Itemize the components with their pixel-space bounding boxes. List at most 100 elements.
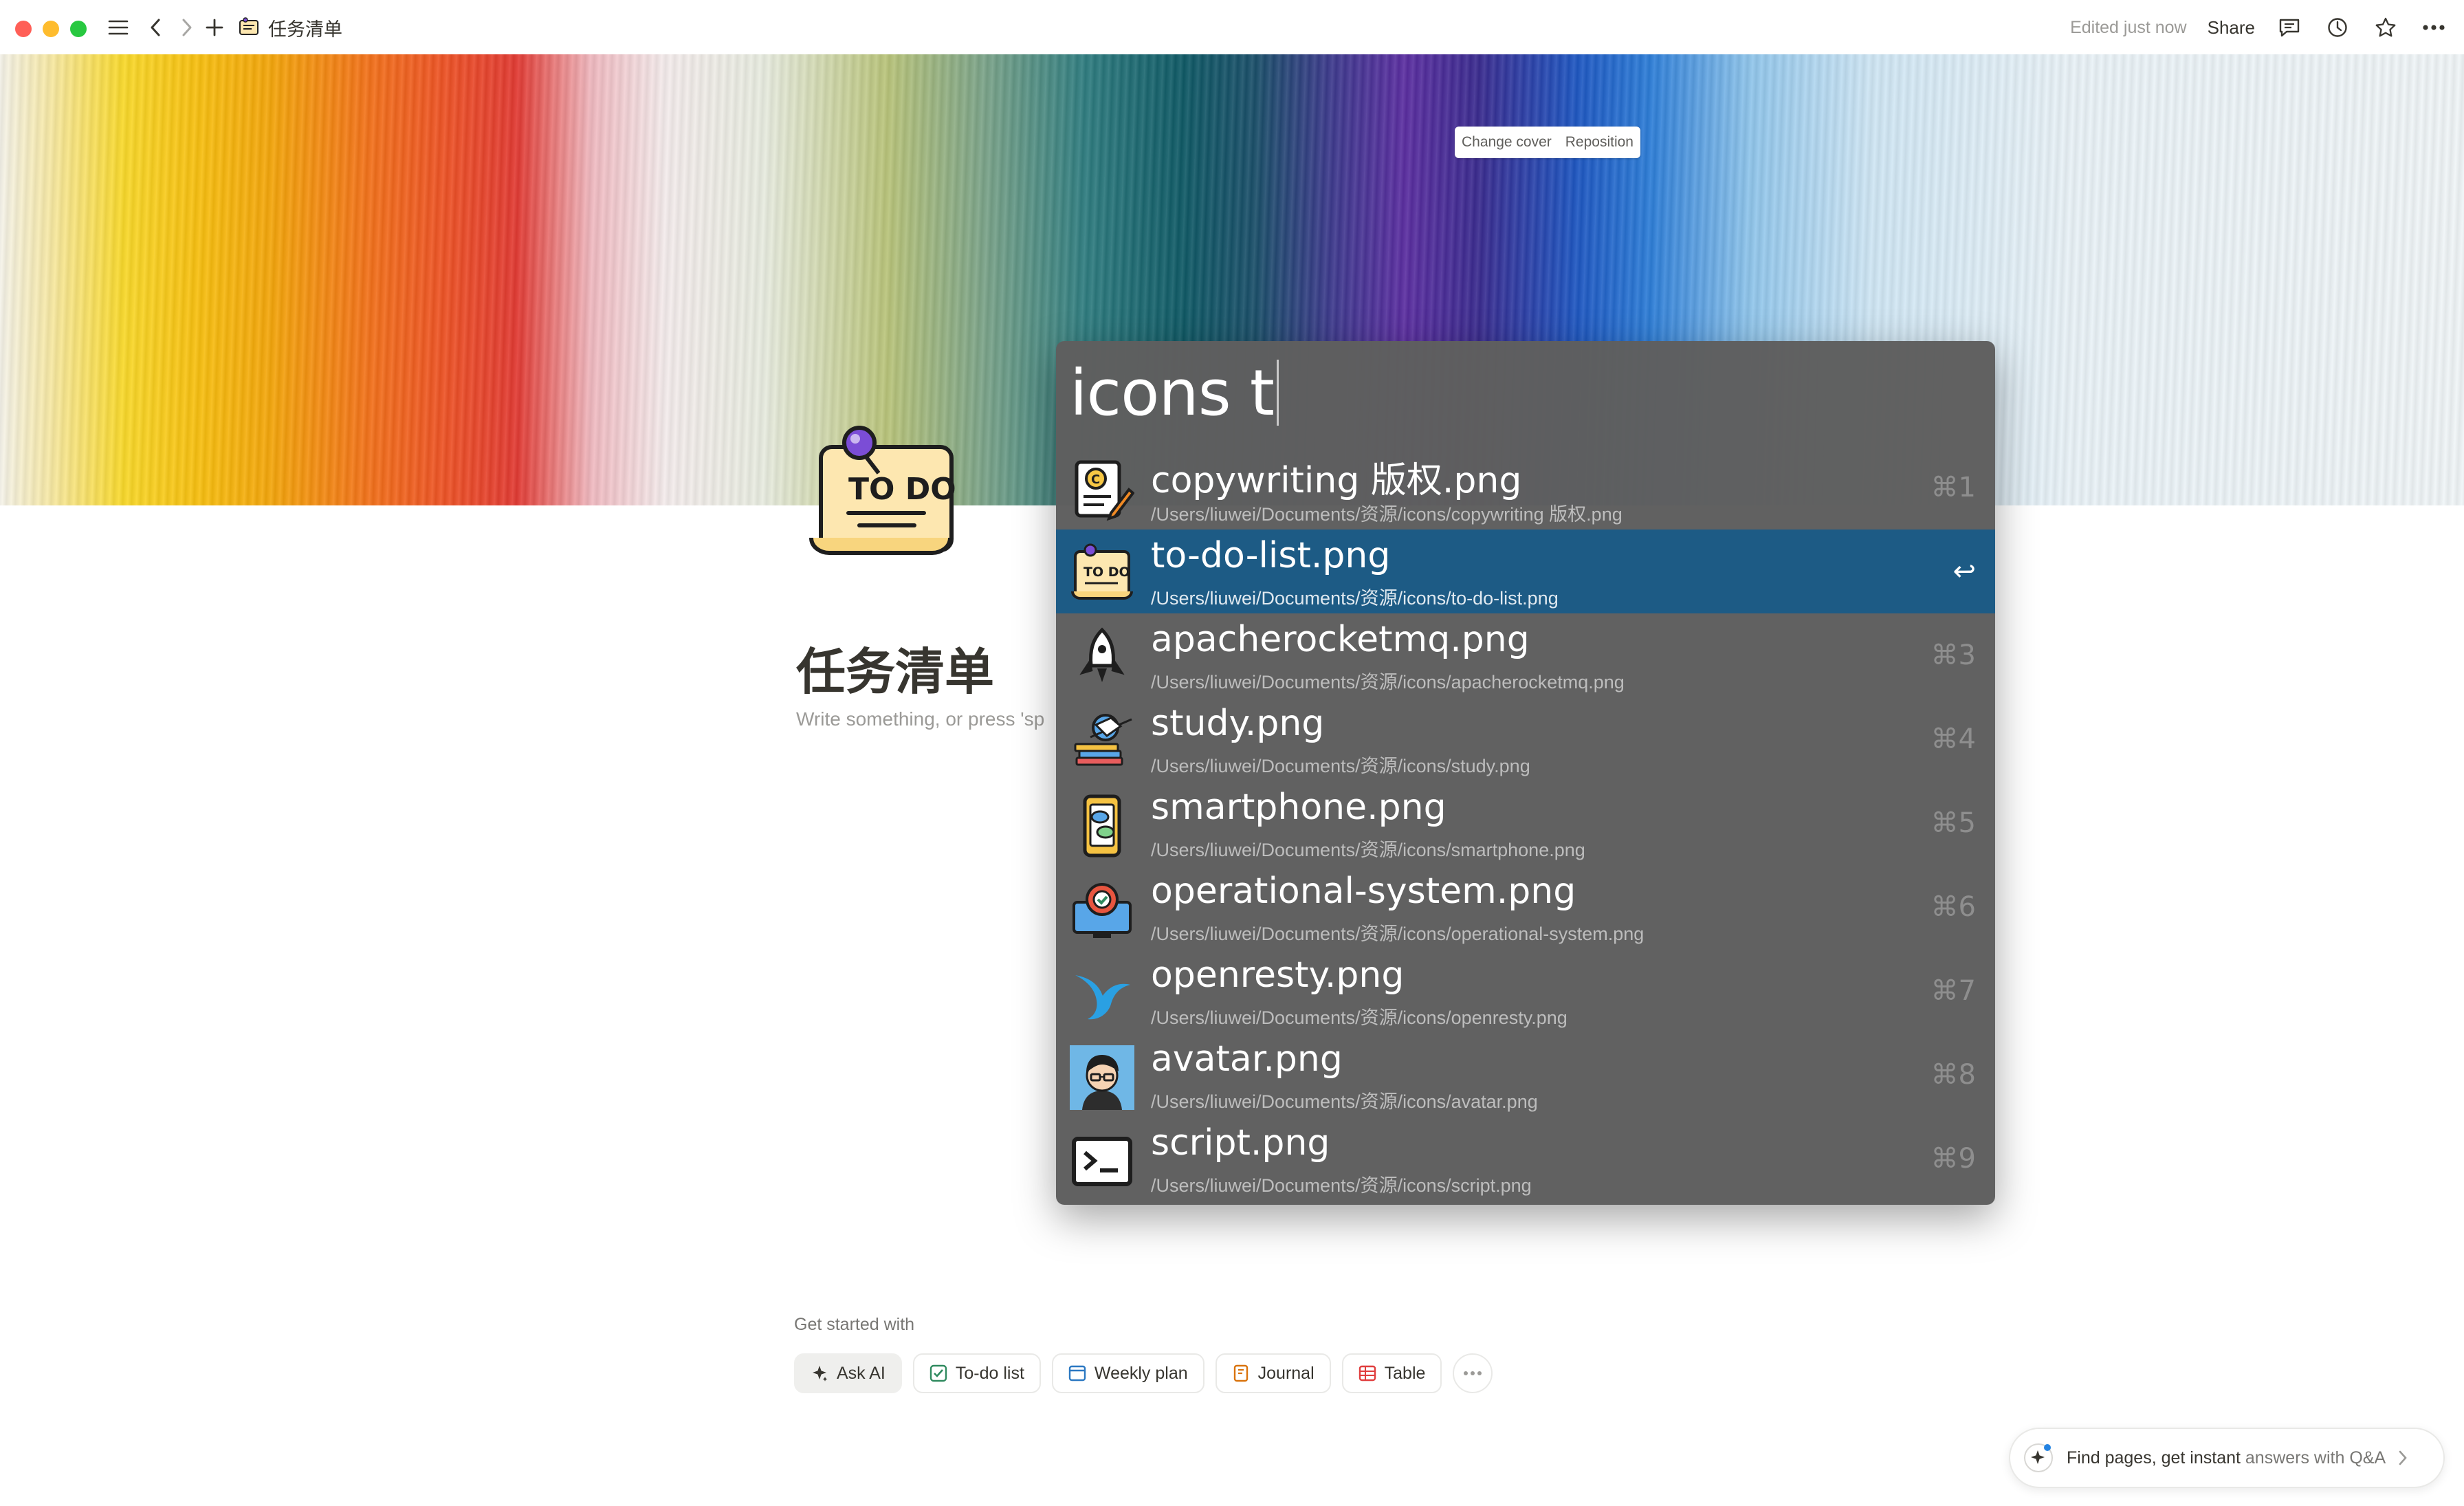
- launcher-result-item[interactable]: smartphone.png/Users/liuwei/Documents/资源…: [1056, 781, 1995, 865]
- chevron-right-icon: [182, 19, 192, 36]
- edited-status: Edited just now: [2070, 17, 2187, 37]
- result-shortcut: ⌘6: [1930, 891, 1976, 923]
- text-caret: [1277, 360, 1279, 426]
- ai-sparkle-icon: [2024, 1443, 2053, 1472]
- todo-list-template-button[interactable]: To-do list: [912, 1353, 1041, 1393]
- starter-templates: Ask AI To-do list Weekly plan Journal Ta…: [794, 1353, 1493, 1393]
- sidebar-toggle-button[interactable]: [103, 12, 133, 43]
- more-horizontal-icon: [2423, 25, 2445, 30]
- journal-label: Journal: [1257, 1363, 1314, 1383]
- launcher-results-list: Ccopywriting 版权.png/Users/liuwei/Documen…: [1056, 446, 1995, 1201]
- result-file-path: /Users/liuwei/Documents/资源/icons/smartph…: [1151, 840, 1585, 860]
- weekly-plan-label: Weekly plan: [1094, 1363, 1188, 1383]
- more-templates-button[interactable]: [1453, 1353, 1493, 1393]
- launcher-result-item[interactable]: Ccopywriting 版权.png/Users/liuwei/Documen…: [1056, 446, 1995, 530]
- back-button[interactable]: [142, 12, 169, 43]
- share-button[interactable]: Share: [2208, 17, 2255, 39]
- launcher-result-item[interactable]: operational-system.png/Users/liuwei/Docu…: [1056, 865, 1995, 949]
- launcher-query-text: icons t: [1070, 356, 1275, 430]
- copywriting-icon: C: [1070, 458, 1134, 523]
- result-file-name: openresty.png: [1151, 954, 1405, 996]
- result-file-path: /Users/liuwei/Documents/资源/icons/script.…: [1151, 1175, 1532, 1196]
- svg-text:C: C: [1091, 472, 1100, 487]
- result-file-path: /Users/liuwei/Documents/资源/icons/operati…: [1151, 924, 1644, 944]
- toolbar-right: Edited just now Share: [2070, 10, 2448, 45]
- weekly-plan-template-button[interactable]: Weekly plan: [1051, 1353, 1204, 1393]
- svg-text:TO DO: TO DO: [848, 472, 956, 507]
- chevron-left-icon: [151, 19, 160, 36]
- sparkle-icon: [811, 1364, 828, 1382]
- launcher-result-item[interactable]: TO DO to-do-list.png/Users/liuwei/Documen…: [1056, 530, 1995, 613]
- journal-icon: [1232, 1364, 1250, 1382]
- launcher-result-item[interactable]: avatar.png/Users/liuwei/Documents/资源/ico…: [1056, 1033, 1995, 1117]
- result-file-name: operational-system.png: [1151, 871, 1576, 912]
- result-shortcut: ⌘3: [1930, 640, 1976, 671]
- launcher-result-item[interactable]: openresty.png/Users/liuwei/Documents/资源/…: [1056, 949, 1995, 1033]
- page-icon[interactable]: TO DO: [806, 422, 964, 567]
- more-options-button[interactable]: [2420, 14, 2448, 41]
- result-shortcut: ⌘5: [1930, 807, 1976, 839]
- minimize-window-button[interactable]: [43, 21, 59, 37]
- launcher-search-input[interactable]: icons t: [1070, 355, 1279, 430]
- table-icon: [1358, 1364, 1376, 1382]
- table-template-button[interactable]: Table: [1341, 1353, 1442, 1393]
- breadcrumb[interactable]: 任务清单: [238, 12, 342, 43]
- page-body-placeholder[interactable]: Write something, or press 'sp: [796, 708, 1044, 730]
- reposition-button[interactable]: Reposition: [1565, 134, 1634, 151]
- result-shortcut: ⌘4: [1930, 723, 1976, 755]
- title-bar: 任务清单 Edited just now Share: [0, 0, 2464, 54]
- checkbox-icon: [930, 1364, 947, 1382]
- svg-text:TO DO: TO DO: [1084, 565, 1130, 580]
- forward-button[interactable]: [173, 12, 201, 43]
- comments-button[interactable]: [2276, 14, 2303, 41]
- hamburger-icon: [108, 20, 129, 35]
- launcher-result-item[interactable]: script.png/Users/liuwei/Documents/资源/ico…: [1056, 1117, 1995, 1201]
- todo-note-icon: TO DO: [809, 426, 956, 555]
- operational-system-icon: [1070, 877, 1134, 942]
- result-shortcut: ⌘1: [1930, 472, 1976, 503]
- table-label: Table: [1384, 1363, 1426, 1383]
- comment-icon: [2279, 19, 2300, 37]
- result-file-path: /Users/liuwei/Documents/资源/icons/apacher…: [1151, 672, 1625, 692]
- plus-icon: [206, 19, 223, 36]
- enter-key-hint: ↩: [1952, 556, 1976, 587]
- qa-assistant-button[interactable]: Find pages, get instant answers with Q&A: [2009, 1428, 2445, 1488]
- todo-list-icon: TO DO: [1070, 542, 1134, 607]
- result-file-path: /Users/liuwei/Documents/资源/icons/to-do-l…: [1151, 588, 1559, 609]
- todo-note-icon: [239, 17, 258, 35]
- get-started-label: Get started with: [794, 1315, 915, 1334]
- breadcrumb-page-name: 任务清单: [268, 19, 342, 40]
- result-file-name: copywriting 版权.png: [1151, 460, 1522, 501]
- result-shortcut: ⌘8: [1930, 1059, 1976, 1091]
- history-button[interactable]: [2324, 14, 2351, 41]
- chevron-right-icon: [2399, 1450, 2407, 1465]
- ask-ai-button[interactable]: Ask AI: [794, 1353, 902, 1393]
- script-icon: [1070, 1129, 1134, 1194]
- page-title[interactable]: 任务清单: [796, 631, 994, 703]
- close-window-button[interactable]: [15, 21, 32, 37]
- calendar-icon: [1068, 1364, 1086, 1382]
- result-file-path: /Users/liuwei/Documents/资源/icons/copywri…: [1151, 504, 1622, 525]
- cover-controls: Change cover Reposition: [1455, 127, 1640, 158]
- launcher-result-item[interactable]: apacherocketmq.png/Users/liuwei/Document…: [1056, 613, 1995, 697]
- result-shortcut: ⌘7: [1930, 975, 1976, 1007]
- openresty-icon: [1070, 961, 1134, 1026]
- result-shortcut: ⌘9: [1930, 1143, 1976, 1175]
- change-cover-button[interactable]: Change cover: [1462, 134, 1552, 151]
- launcher-panel: icons t Ccopywriting 版权.png/Users/liuwei…: [1056, 341, 1995, 1205]
- study-icon: [1070, 710, 1134, 774]
- result-file-path: /Users/liuwei/Documents/资源/icons/study.p…: [1151, 756, 1530, 776]
- smartphone-icon: [1070, 794, 1134, 858]
- launcher-result-item[interactable]: study.png/Users/liuwei/Documents/资源/icon…: [1056, 697, 1995, 781]
- new-page-button[interactable]: [201, 12, 228, 43]
- avatar-icon: [1070, 1045, 1134, 1110]
- zoom-window-button[interactable]: [70, 21, 87, 37]
- rocket-icon: [1070, 626, 1134, 690]
- result-file-path: /Users/liuwei/Documents/资源/icons/avatar.…: [1151, 1091, 1538, 1112]
- journal-template-button[interactable]: Journal: [1215, 1353, 1331, 1393]
- result-file-name: study.png: [1151, 703, 1325, 744]
- more-horizontal-icon: [1464, 1371, 1482, 1375]
- ask-ai-label: Ask AI: [837, 1363, 886, 1383]
- favorite-button[interactable]: [2372, 14, 2399, 41]
- result-file-name: apacherocketmq.png: [1151, 619, 1530, 660]
